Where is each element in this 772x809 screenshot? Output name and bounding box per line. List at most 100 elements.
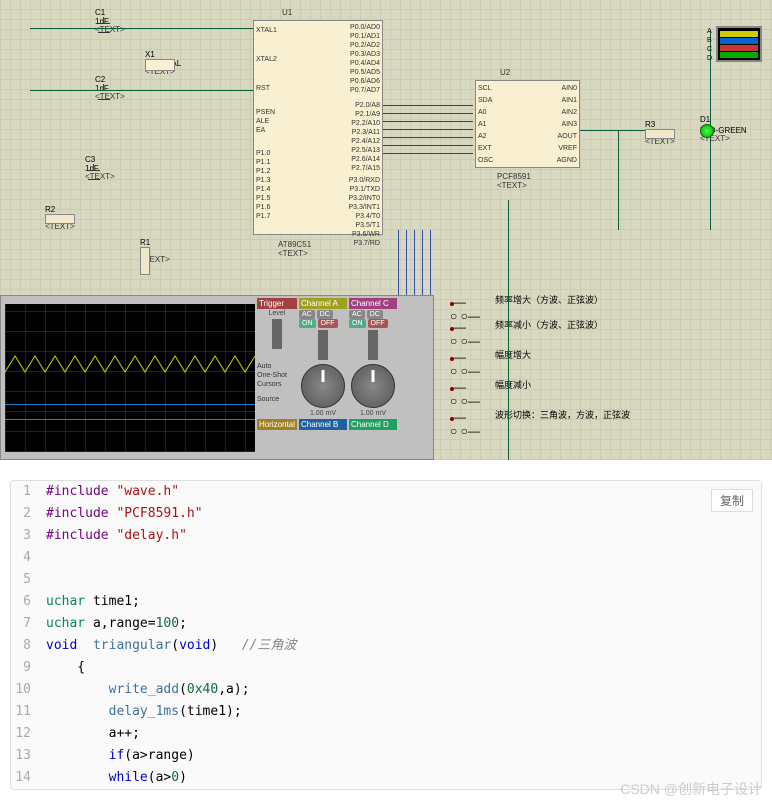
resistor-icon bbox=[645, 129, 675, 139]
push-button[interactable]: —○ ○— bbox=[450, 295, 480, 307]
u2-ref: U2 bbox=[500, 68, 510, 77]
ch-b-label: Channel B bbox=[299, 419, 347, 430]
capacitor-icon bbox=[95, 84, 115, 104]
ch-a-label: Channel A bbox=[299, 298, 347, 309]
code-block: 复制 1#include "wave.h"2#include "PCF8591.… bbox=[10, 480, 762, 790]
wire bbox=[508, 200, 509, 460]
code-line: 6uchar time1; bbox=[11, 591, 761, 613]
wire bbox=[383, 153, 473, 154]
wave-ch-a bbox=[720, 31, 758, 37]
wire bbox=[383, 137, 473, 138]
capacitor-icon bbox=[95, 17, 115, 37]
code-line: 10 write_add(0x40,a); bbox=[11, 679, 761, 701]
scope-display bbox=[5, 304, 255, 452]
r3-text: <TEXT> bbox=[645, 138, 675, 147]
ch-d-label: Channel D bbox=[349, 419, 397, 430]
on-btn-c[interactable]: ON bbox=[349, 319, 366, 328]
code-line: 8void triangular(void) //三角波 bbox=[11, 635, 761, 657]
code-line: 3#include "delay.h" bbox=[11, 525, 761, 547]
btn-label-1: 频率增大（方波、正弦波） bbox=[495, 293, 603, 306]
off-btn[interactable]: OFF bbox=[318, 319, 338, 328]
push-button[interactable]: —○ ○— bbox=[450, 410, 480, 422]
cursors-btn[interactable]: Cursors bbox=[257, 380, 297, 389]
c2-ref: C2 bbox=[95, 75, 125, 84]
scope-grid bbox=[5, 304, 255, 452]
code-line: 4 bbox=[11, 547, 761, 569]
pos-slider-a[interactable] bbox=[318, 330, 328, 360]
code-line: 13 if(a>range) bbox=[11, 745, 761, 767]
oscilloscope-display-icon[interactable] bbox=[716, 26, 762, 62]
btn-label-3: 幅度增大 bbox=[495, 348, 531, 361]
resistor-icon bbox=[45, 214, 75, 224]
r2-text: <TEXT> bbox=[45, 223, 75, 232]
off-btn-c[interactable]: OFF bbox=[368, 319, 388, 328]
oneshot-btn[interactable]: One-Shot bbox=[257, 371, 297, 380]
scope-controls: Trigger Channel A Channel C Level ACDC O… bbox=[255, 296, 433, 459]
reading-a: 1.00 bbox=[310, 410, 324, 417]
level-label: Level bbox=[257, 310, 297, 317]
u1-ref: U1 bbox=[282, 8, 292, 17]
wire bbox=[430, 230, 431, 300]
pos-slider-c[interactable] bbox=[368, 330, 378, 360]
dial-c[interactable] bbox=[351, 364, 395, 408]
code-line: 7uchar a,range=100; bbox=[11, 613, 761, 635]
source-label: Source bbox=[257, 395, 297, 404]
dial-a[interactable] bbox=[301, 364, 345, 408]
reading-c: 1.00 bbox=[360, 410, 374, 417]
auto-btn[interactable]: Auto bbox=[257, 362, 297, 371]
c3-ref: C3 bbox=[85, 155, 115, 164]
u2-val: PCF8591 bbox=[497, 172, 531, 181]
disp-d: D bbox=[707, 54, 712, 63]
disp-a: A bbox=[707, 27, 712, 36]
wave-ch-d bbox=[720, 52, 758, 58]
wire bbox=[383, 113, 473, 114]
wire bbox=[383, 105, 473, 106]
wire bbox=[30, 28, 260, 29]
btn-label-4: 幅度减小 bbox=[495, 378, 531, 391]
ac-btn[interactable]: AC bbox=[299, 310, 315, 319]
schematic-canvas[interactable]: C1 1nF <TEXT> X1 CRYSTAL <TEXT> C2 1nF <… bbox=[0, 0, 772, 460]
dc-btn[interactable]: DC bbox=[317, 310, 333, 319]
scope-trace-c bbox=[5, 419, 255, 420]
r1-ref: R1 bbox=[140, 238, 170, 247]
u1-val: AT89C51 bbox=[278, 240, 311, 249]
x1-ref: X1 bbox=[145, 50, 181, 59]
wave-ch-b bbox=[720, 38, 758, 44]
code-line: 1#include "wave.h" bbox=[11, 481, 761, 503]
code-line: 9 { bbox=[11, 657, 761, 679]
wire bbox=[618, 130, 619, 230]
wire bbox=[383, 129, 473, 130]
ac-btn-c[interactable]: AC bbox=[349, 310, 365, 319]
ic-u1: XTAL1 XTAL2 RST PSENALEEAP1.0P1.1P1.2P1.… bbox=[253, 20, 383, 235]
r2-ref: R2 bbox=[45, 205, 75, 214]
d1-ref: D1 bbox=[700, 115, 747, 124]
wire bbox=[580, 130, 650, 131]
u1-text: <TEXT> bbox=[278, 250, 308, 259]
watermark: CSDN @创新电子设计 bbox=[620, 779, 762, 799]
c1-ref: C1 bbox=[95, 8, 125, 17]
btn-label-2: 频率减小（方波、正弦波） bbox=[495, 318, 603, 331]
push-button[interactable]: —○ ○— bbox=[450, 380, 480, 392]
u2-text: <TEXT> bbox=[497, 182, 527, 191]
wave-ch-c bbox=[720, 45, 758, 51]
copy-button[interactable]: 复制 bbox=[711, 489, 753, 512]
disp-b: B bbox=[707, 36, 712, 45]
code-line: 12 a++; bbox=[11, 723, 761, 745]
on-btn[interactable]: ON bbox=[299, 319, 316, 328]
wire bbox=[30, 90, 260, 91]
push-button[interactable]: —○ ○— bbox=[450, 350, 480, 362]
trigger-label: Trigger bbox=[257, 298, 297, 309]
code-line: 5 bbox=[11, 569, 761, 591]
scope-waveform-a bbox=[5, 354, 255, 374]
capacitor-icon bbox=[85, 164, 105, 184]
level-slider[interactable] bbox=[272, 319, 282, 349]
oscilloscope-panel[interactable]: Trigger Channel A Channel C Level ACDC O… bbox=[0, 295, 434, 460]
push-button[interactable]: —○ ○— bbox=[450, 320, 480, 332]
ch-c-label: Channel C bbox=[349, 298, 397, 309]
btn-label-5: 波形切换：三角波，方波，正弦波 bbox=[495, 408, 630, 421]
code-line: 11 delay_1ms(time1); bbox=[11, 701, 761, 723]
scope-trace-b bbox=[5, 404, 255, 405]
r3-ref: R3 bbox=[645, 120, 675, 129]
disp-c: C bbox=[707, 45, 712, 54]
dc-btn-c[interactable]: DC bbox=[367, 310, 383, 319]
